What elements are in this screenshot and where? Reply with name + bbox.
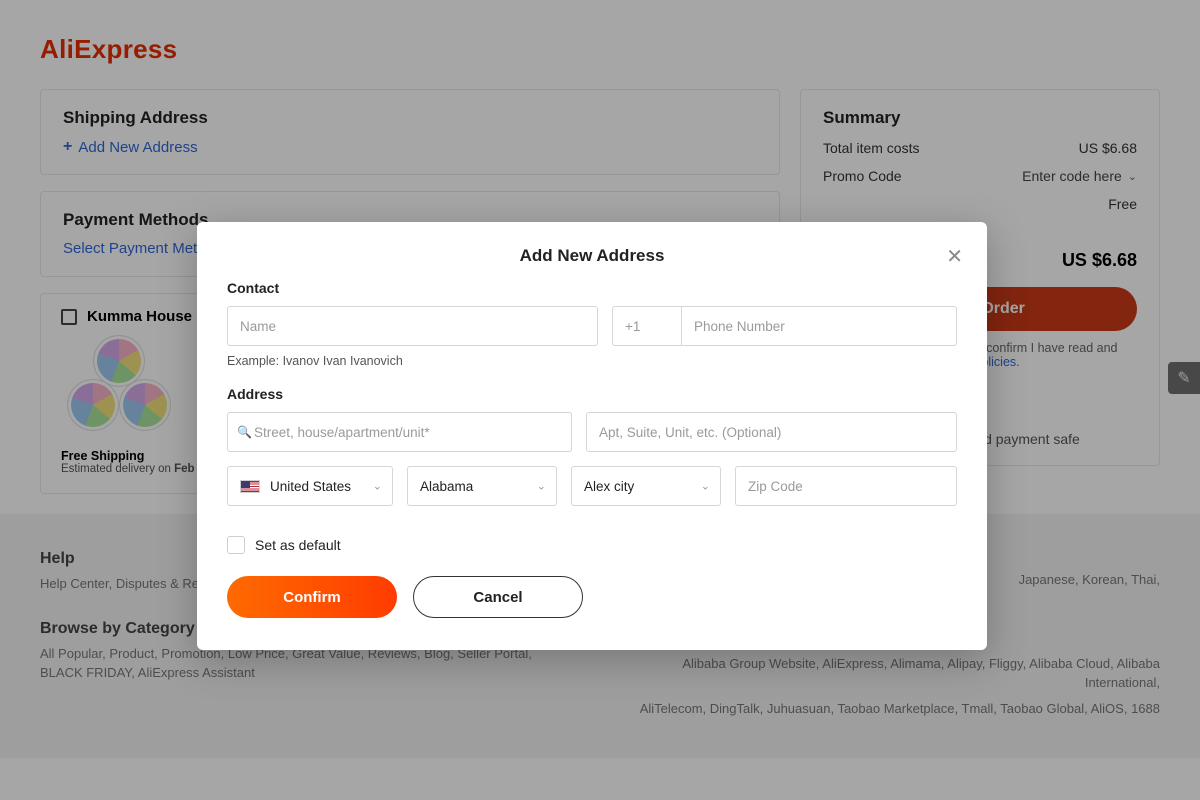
chevron-down-icon: ⌄ [701,480,710,493]
close-icon[interactable]: ✕ [946,244,963,269]
state-select[interactable]: Alabama ⌄ [407,466,557,506]
name-input[interactable] [227,306,598,346]
country-code-input[interactable] [612,306,682,346]
chevron-down-icon: ⌄ [373,480,382,493]
cancel-button[interactable]: Cancel [413,576,583,618]
confirm-button[interactable]: Confirm [227,576,397,618]
modal-title: Add New Address [227,246,957,266]
state-value: Alabama [420,479,473,494]
contact-label: Contact [227,280,957,296]
country-select[interactable]: United States ⌄ [227,466,393,506]
search-icon: 🔍 [237,425,252,439]
country-value: United States [270,479,351,494]
city-value: Alex city [584,479,634,494]
flag-us-icon [240,480,260,493]
set-default-checkbox[interactable] [227,536,245,554]
address-label: Address [227,386,957,402]
street-input[interactable] [227,412,572,452]
chevron-down-icon: ⌄ [537,480,546,493]
set-default-row[interactable]: Set as default [227,536,957,554]
add-address-modal: Add New Address ✕ Contact Example: Ivano… [197,222,987,650]
apt-input[interactable] [586,412,957,452]
set-default-label: Set as default [255,537,341,553]
phone-input[interactable] [682,306,957,346]
city-select[interactable]: Alex city ⌄ [571,466,721,506]
zip-input[interactable] [735,466,957,506]
name-example: Example: Ivanov Ivan Ivanovich [227,354,957,368]
